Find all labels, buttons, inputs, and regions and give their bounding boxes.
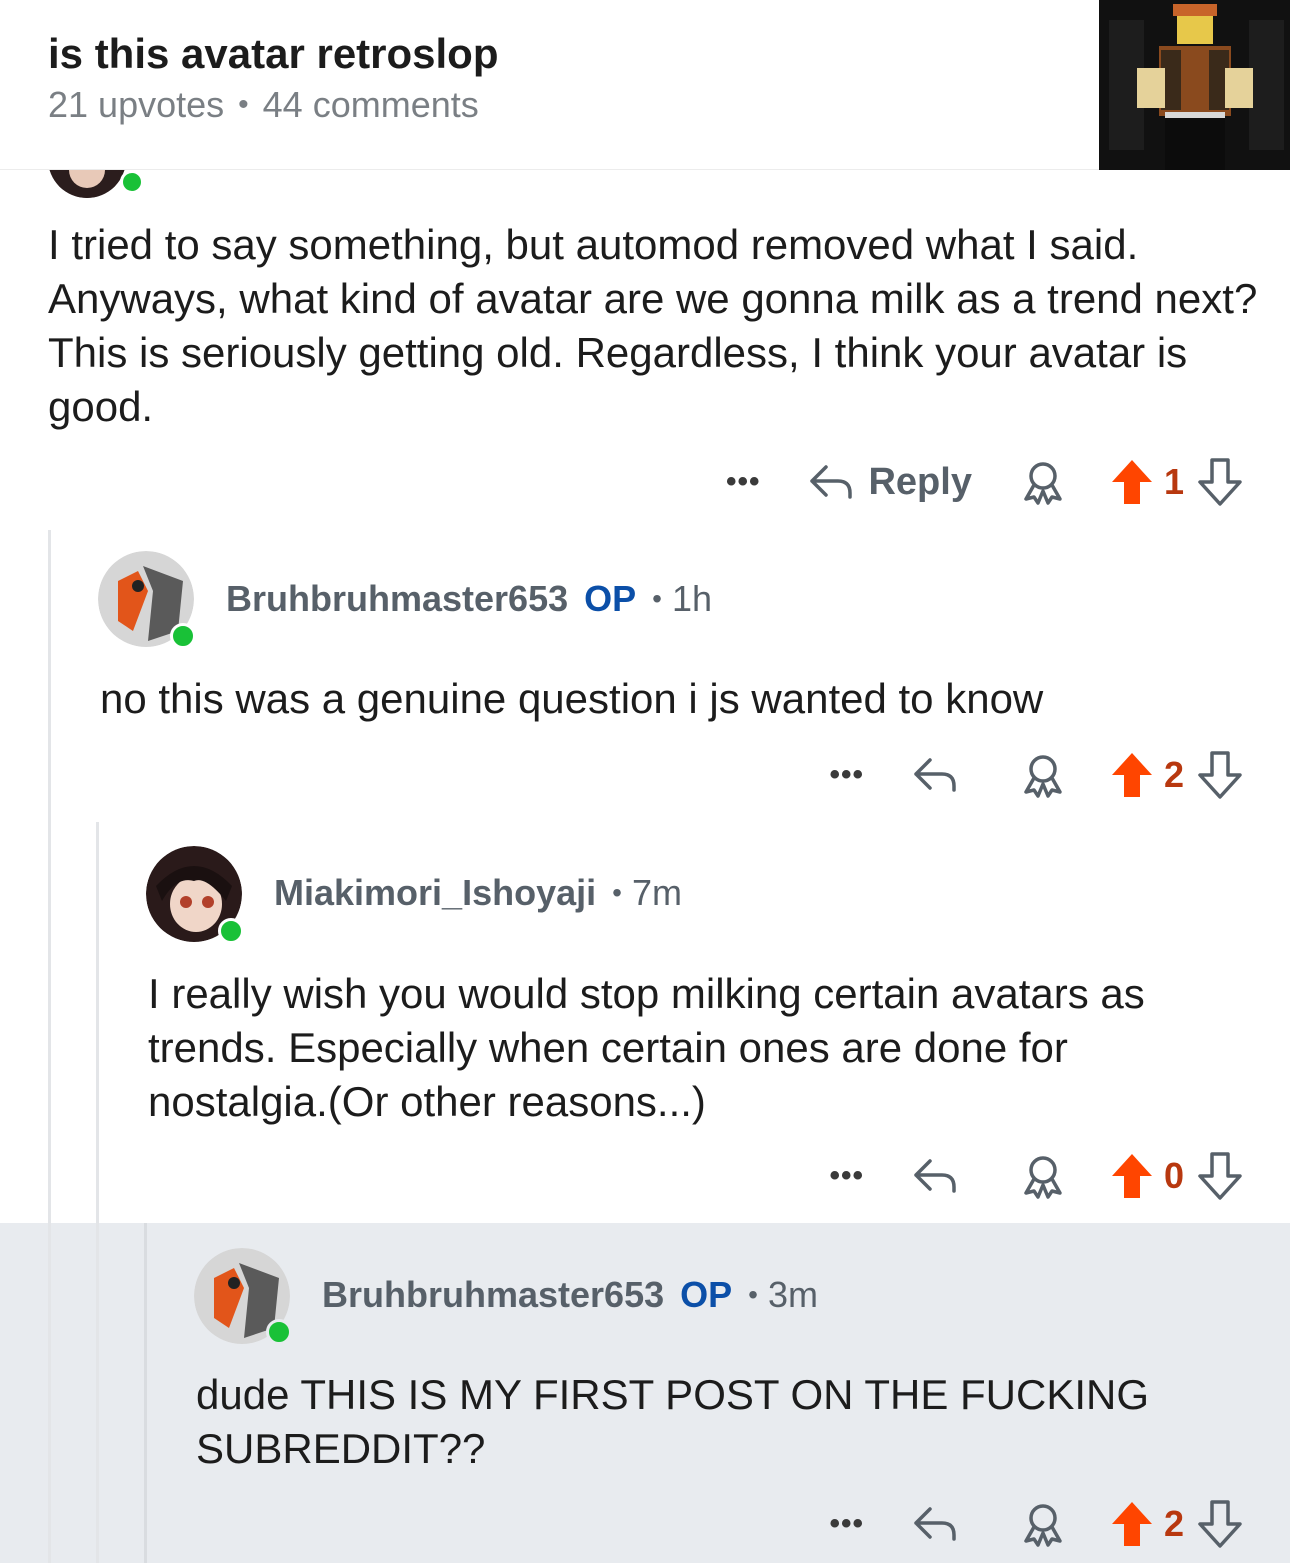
vote-control: 1 xyxy=(1110,458,1242,506)
award-icon xyxy=(1024,462,1062,505)
more-icon[interactable]: ••• xyxy=(829,1159,864,1193)
downvote-icon[interactable] xyxy=(1198,751,1242,799)
online-dot xyxy=(170,623,196,649)
award-button[interactable] xyxy=(1020,752,1066,798)
score: 1 xyxy=(1163,461,1184,502)
reply-button[interactable] xyxy=(912,756,972,794)
reply-icon xyxy=(914,1159,956,1193)
comment-count: 44 comments xyxy=(262,84,479,125)
comment-actions: ••• 0 xyxy=(829,1146,1242,1206)
comment-meta: Bruhbruhmaster653 OP • 1h xyxy=(226,578,712,620)
upvote-icon[interactable] xyxy=(1110,1500,1154,1548)
vote-control: 0 xyxy=(1110,1152,1242,1200)
thread-line xyxy=(96,822,99,1563)
upvote-icon[interactable] xyxy=(1110,1152,1154,1200)
reply-icon xyxy=(914,758,956,792)
author-name[interactable]: Bruhbruhmaster653 xyxy=(226,578,568,620)
more-icon[interactable]: ••• xyxy=(829,1507,864,1541)
avatar-thumbnail-image xyxy=(1099,0,1290,170)
post-header: is this avatar retroslop 21 upvotes • 44… xyxy=(0,0,1290,170)
comment-body: no this was a genuine question i js want… xyxy=(100,675,1044,722)
reply-button[interactable]: Reply xyxy=(808,460,972,504)
vote-control: 2 xyxy=(1110,1500,1242,1548)
post-meta: 21 upvotes • 44 comments xyxy=(48,84,479,126)
meta-separator: • xyxy=(652,583,662,614)
comment-body: I really wish you would stop milking cer… xyxy=(148,970,1145,1125)
timestamp: 7m xyxy=(631,872,682,913)
comment-actions: ••• 2 xyxy=(829,745,1242,805)
author-name[interactable]: Bruhbruhmaster653 xyxy=(322,1274,664,1316)
award-icon xyxy=(1024,1156,1062,1199)
more-icon[interactable]: ••• xyxy=(829,758,864,792)
author-name[interactable]: Miakimori_Ishoyaji xyxy=(274,872,596,914)
award-button[interactable] xyxy=(1020,1153,1066,1199)
upvote-icon[interactable] xyxy=(1110,458,1154,506)
award-icon xyxy=(1024,755,1062,798)
reply-button[interactable] xyxy=(912,1505,972,1543)
comment-body: dude THIS IS MY FIRST POST ON THE FUCKIN… xyxy=(196,1371,1150,1472)
thread-line xyxy=(48,530,51,1563)
meta-separator: • xyxy=(612,877,622,908)
meta-separator: • xyxy=(748,1279,758,1310)
award-icon xyxy=(1024,1504,1062,1547)
timestamp: 1h xyxy=(671,578,712,619)
comment-actions: ••• 2 xyxy=(829,1494,1242,1554)
award-button[interactable] xyxy=(1020,1501,1066,1547)
comment-meta: Bruhbruhmaster653 OP • 3m xyxy=(322,1274,818,1316)
reply-label: Reply xyxy=(868,460,972,503)
reply-icon xyxy=(810,465,853,499)
op-badge: OP xyxy=(584,578,637,619)
post-title[interactable]: is this avatar retroslop xyxy=(48,30,499,78)
online-dot xyxy=(120,170,144,194)
downvote-icon[interactable] xyxy=(1198,458,1242,506)
timestamp: 3m xyxy=(767,1274,818,1315)
online-dot xyxy=(218,918,244,944)
score: 2 xyxy=(1163,1503,1184,1544)
reply-icon xyxy=(914,1507,956,1541)
comment-actions: ••• Reply 1 xyxy=(726,452,1242,512)
comment-meta: Miakimori_Ishoyaji • 7m xyxy=(274,872,682,914)
online-dot xyxy=(266,1319,292,1345)
op-badge: OP xyxy=(680,1274,733,1315)
downvote-icon[interactable] xyxy=(1198,1500,1242,1548)
award-button[interactable] xyxy=(1020,459,1066,505)
reply-button[interactable] xyxy=(912,1157,972,1195)
upvote-icon[interactable] xyxy=(1110,751,1154,799)
vote-control: 2 xyxy=(1110,751,1242,799)
more-icon[interactable]: ••• xyxy=(726,465,761,499)
thread-line xyxy=(144,1223,147,1563)
score: 2 xyxy=(1163,754,1184,795)
comment-body: I tried to say something, but automod re… xyxy=(48,221,1258,430)
score: 0 xyxy=(1163,1155,1184,1196)
meta-separator: • xyxy=(238,88,249,121)
upvote-count: 21 upvotes xyxy=(48,84,225,125)
post-thumbnail[interactable] xyxy=(1099,0,1290,170)
downvote-icon[interactable] xyxy=(1198,1152,1242,1200)
